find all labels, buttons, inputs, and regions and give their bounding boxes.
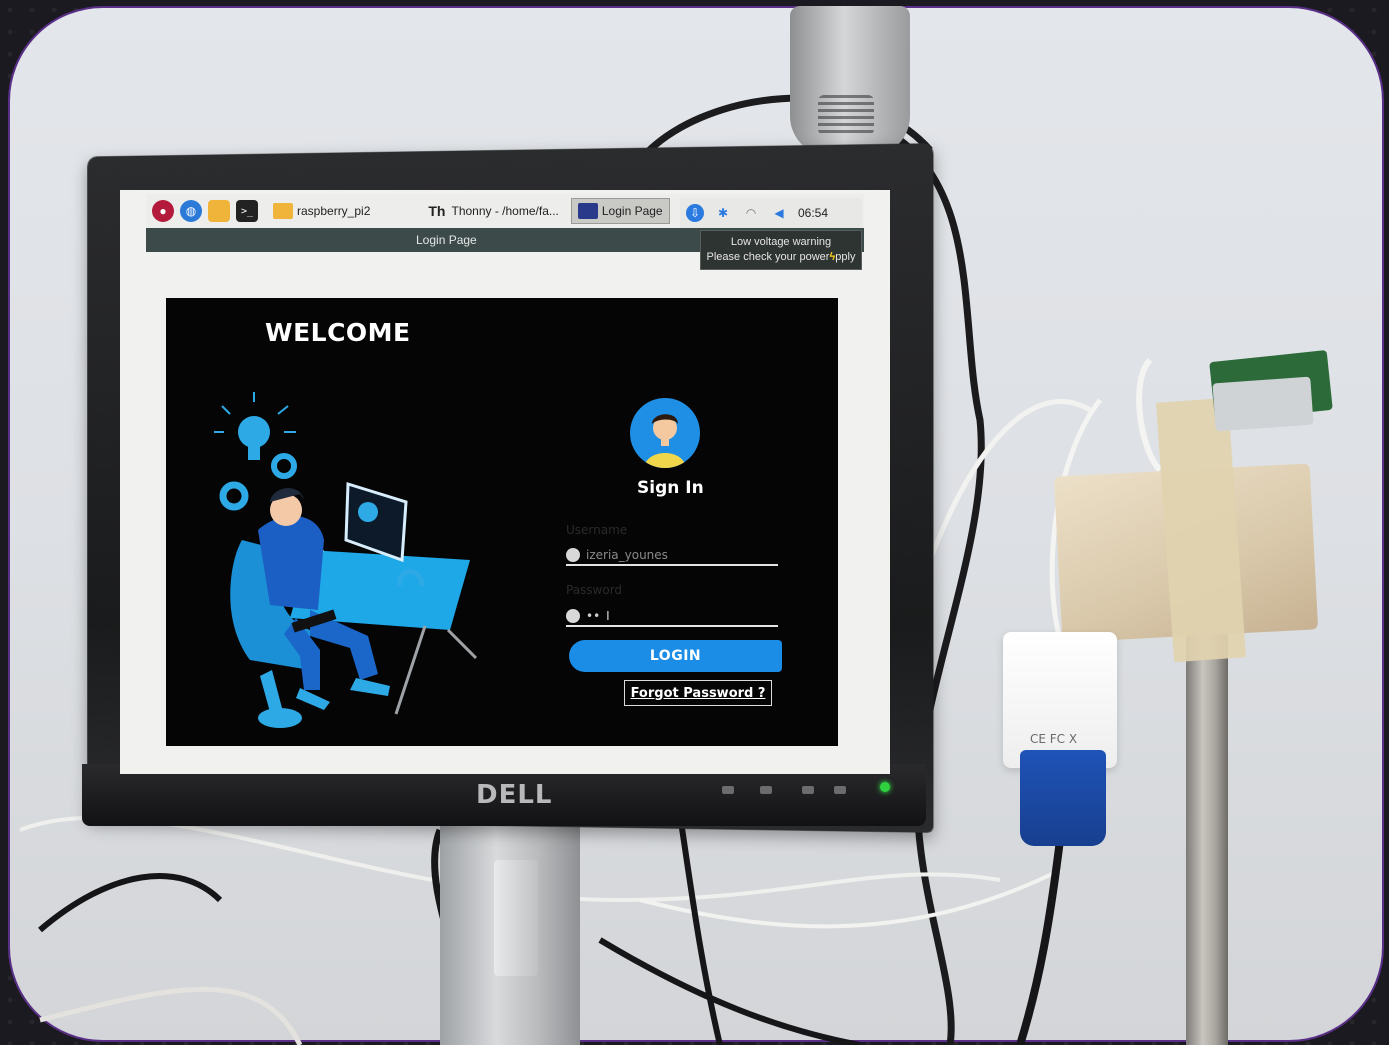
globe-icon[interactable]: ◍ (180, 200, 202, 222)
text-cursor-icon: I (606, 609, 610, 623)
password-underline (566, 625, 778, 627)
workspace-illustration (214, 392, 478, 728)
dell-logo: DELL (476, 780, 553, 810)
welcome-title: WELCOME (265, 318, 411, 347)
forgot-password-link[interactable]: Forgot Password ? (624, 680, 772, 706)
sign-in-title: Sign In (637, 478, 704, 498)
volume-icon[interactable]: ◀ (770, 204, 788, 222)
bluetooth-icon[interactable]: ✱ (714, 204, 732, 222)
avatar (630, 398, 700, 468)
folder-icon (273, 203, 293, 219)
task-label: Thonny - /home/fa... (451, 204, 559, 218)
username-field[interactable]: izeria_younes (566, 544, 778, 566)
task-label: raspberry_pi2 (297, 204, 371, 218)
login-button[interactable]: LOGIN (569, 640, 782, 672)
lightbulb-icon (214, 392, 296, 460)
terminal-icon[interactable]: >_ (236, 200, 258, 222)
notification-line2-prefix: Please check your power (706, 251, 830, 263)
stand-cable-slot (494, 860, 538, 976)
user-avatar-icon (644, 414, 686, 468)
vga-plug (1020, 750, 1106, 846)
task-thonny[interactable]: Th Thonny - /home/fa... (422, 198, 565, 224)
monitor-plus-button[interactable] (834, 786, 846, 794)
gear-icon (219, 481, 249, 511)
password-label: Password (566, 583, 623, 597)
monitor-menu-button[interactable] (760, 786, 772, 794)
folder-icon[interactable] (208, 200, 230, 222)
camera-housing (1212, 376, 1314, 432)
monitor-input-button[interactable] (722, 786, 734, 794)
lamp-grille (818, 95, 874, 135)
password-field[interactable]: •• I (566, 605, 778, 627)
username-underline (566, 564, 778, 566)
task-login-page[interactable]: Login Page (570, 198, 670, 224)
metal-pole (1186, 600, 1228, 1045)
update-icon[interactable]: ⇩ (686, 204, 704, 222)
username-value: izeria_younes (586, 548, 668, 562)
lock-icon (566, 609, 580, 623)
task-raspberry-pi2[interactable]: raspberry_pi2 (267, 198, 376, 224)
raspberry-icon[interactable]: ● (152, 200, 174, 222)
thonny-icon: Th (428, 203, 446, 219)
user-icon (566, 548, 580, 562)
notification-line1: Low voltage warning (730, 236, 832, 248)
window-icon (577, 203, 598, 219)
password-value: •• (586, 609, 601, 623)
system-tray: ⇩ ✱ ◠ ◀ 06:54 (680, 198, 862, 228)
adapter-certification-marks: CE FC X (1030, 732, 1078, 746)
clock[interactable]: 06:54 (798, 206, 828, 220)
low-voltage-notification: Low voltage warning Please check your po… (700, 230, 862, 270)
hdmi-vga-adapter (1003, 632, 1117, 768)
wifi-icon[interactable]: ◠ (742, 204, 760, 222)
window-title: Login Page (416, 233, 477, 247)
username-label: Username (566, 523, 628, 537)
gear-icon (271, 453, 297, 479)
notification-line2-suffix: pply (835, 251, 856, 263)
computer-screen (344, 481, 408, 563)
task-label: Login Page (601, 204, 663, 218)
monitor-minus-button[interactable] (802, 786, 814, 794)
power-led[interactable] (880, 782, 890, 792)
